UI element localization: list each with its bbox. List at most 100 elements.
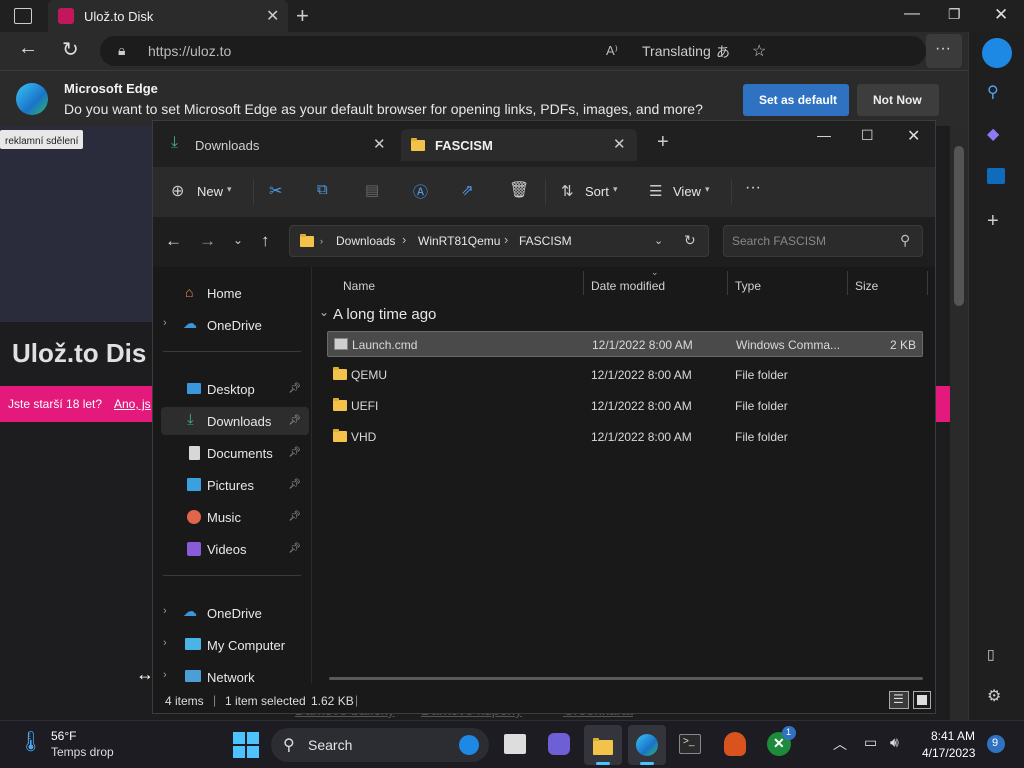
forward-icon[interactable]: → — [199, 231, 216, 251]
not-now-button[interactable]: Not Now — [857, 84, 939, 116]
more-menu-button[interactable]: ··· — [926, 34, 962, 68]
file-row-vhd[interactable]: VHD 12/1/2022 8:00 AM File folder — [327, 424, 923, 450]
nav-item-music[interactable]: Music 📌︎ — [161, 503, 309, 531]
refresh-icon[interactable]: ↻ — [62, 37, 79, 62]
scrollbar-thumb[interactable] — [954, 146, 964, 306]
search-icon[interactable]: ⚲ — [987, 82, 999, 102]
file-row-qemu[interactable]: QEMU 12/1/2022 8:00 AM File folder — [327, 362, 923, 388]
translating-status[interactable]: Translating — [642, 43, 711, 59]
edge-taskbar-button[interactable] — [628, 725, 666, 765]
taskbar-search[interactable]: ⚲ Search — [271, 728, 489, 762]
more-options-icon[interactable]: ··· — [745, 179, 761, 197]
column-name[interactable]: Name — [343, 279, 375, 293]
terminal-icon[interactable]: >_ — [679, 734, 701, 754]
share-icon[interactable]: ⇗ — [461, 181, 474, 199]
chevron-down-icon[interactable]: ⌄ — [654, 234, 663, 247]
paste-icon[interactable]: ▤ — [365, 181, 379, 199]
recent-locations-icon[interactable]: ⌄ — [233, 233, 243, 247]
back-icon[interactable]: ← — [165, 231, 182, 251]
tab-actions-icon[interactable] — [14, 8, 32, 24]
nav-item-pictures[interactable]: Pictures 📌︎ — [161, 471, 309, 499]
nav-item-home[interactable]: ⌂ Home — [161, 279, 309, 307]
back-icon[interactable]: ← — [18, 37, 38, 60]
column-type[interactable]: Type — [735, 279, 761, 293]
address-bar[interactable]: 🔒︎ https://uloz.to A⁾ Translating あ ☆ — [100, 36, 926, 66]
breadcrumb-fascism[interactable]: FASCISM — [519, 234, 572, 248]
clock-time[interactable]: 8:41 AM — [931, 729, 975, 743]
close-window-icon[interactable]: ✕ — [907, 126, 920, 146]
refresh-icon[interactable]: ↻ — [684, 232, 696, 249]
add-sidebar-icon[interactable]: + — [987, 210, 999, 233]
new-button[interactable]: ⊕ New ▾ — [167, 179, 239, 205]
chevron-right-icon: › — [402, 232, 407, 247]
settings-icon[interactable]: ⚙ — [987, 686, 1001, 706]
set-default-button[interactable]: Set as default — [743, 84, 849, 116]
group-header[interactable]: ⌄ A long time ago — [317, 305, 517, 325]
close-tab-icon[interactable]: ✕ — [613, 135, 626, 153]
nav-item-onedrive-2[interactable]: › ☁ OneDrive — [161, 599, 309, 627]
file-row-launch-cmd[interactable]: Launch.cmd 12/1/2022 8:00 AM Windows Comma… — [327, 331, 923, 357]
breadcrumb-winrt81qemu[interactable]: WinRT81Qemu — [418, 234, 500, 248]
large-icons-view-icon[interactable] — [913, 691, 931, 709]
page-scrollbar[interactable] — [950, 126, 968, 720]
minimize-icon[interactable]: — — [817, 127, 831, 143]
nav-item-videos[interactable]: Videos 📌︎ — [161, 535, 309, 563]
explorer-tab-fascism[interactable]: FASCISM ✕ — [401, 129, 637, 161]
weather-desc[interactable]: Temps drop — [51, 745, 114, 759]
tab-title: Ulož.to Disk — [84, 9, 154, 24]
uloz-logo[interactable]: Ulož.to Dis — [12, 338, 146, 369]
rename-icon[interactable]: Ⓐ — [413, 181, 428, 202]
outlook-icon[interactable] — [987, 168, 1005, 184]
details-view-icon[interactable]: ☰ — [889, 691, 909, 709]
delete-icon[interactable]: 🗑︎ — [509, 180, 529, 200]
translate-icon[interactable]: あ — [716, 42, 730, 62]
display-icon[interactable]: ▭ — [864, 734, 877, 751]
nav-item-documents[interactable]: Documents 📌︎ — [161, 439, 309, 467]
clock-date[interactable]: 4/17/2023 — [922, 746, 975, 760]
bing-chat-icon[interactable] — [982, 38, 1012, 68]
weather-temp[interactable]: 56°F — [51, 729, 76, 743]
close-window-icon[interactable]: ✕ — [994, 5, 1008, 25]
maximize-icon[interactable]: ☐ — [861, 127, 874, 144]
nav-item-downloads[interactable]: ⤓ Downloads 📌︎ — [161, 407, 309, 435]
explorer-tab-downloads[interactable]: ⤓ Downloads ✕ — [161, 129, 397, 161]
browser-tab-active[interactable]: Ulož.to Disk ✕ — [48, 0, 288, 32]
cut-icon[interactable]: ✂ — [269, 181, 282, 201]
search-input[interactable]: Search FASCISM ⚲ — [723, 225, 923, 257]
copilot-icon[interactable]: ◆ — [987, 124, 999, 144]
sidebar-toggle-icon[interactable]: ▯ — [987, 646, 995, 663]
column-date[interactable]: Date modified — [591, 279, 665, 293]
view-button[interactable]: ☰ View ▾ — [647, 179, 715, 205]
new-tab-icon[interactable]: + — [296, 3, 309, 29]
app-icon[interactable] — [724, 732, 746, 756]
minimize-icon[interactable]: — — [904, 5, 920, 23]
breadcrumb[interactable]: › Downloads › WinRT81Qemu › FASCISM ⌄ ↻ — [289, 225, 709, 257]
thermometer-icon[interactable]: 🌡︎ — [18, 729, 43, 754]
windows-start-icon[interactable] — [233, 732, 259, 758]
folder-icon — [333, 367, 347, 380]
file-row-uefi[interactable]: UEFI 12/1/2022 8:00 AM File folder — [327, 393, 923, 419]
file-explorer-taskbar-button[interactable] — [584, 725, 622, 765]
age-confirm-link[interactable]: Ano, js — [114, 397, 151, 411]
chevron-up-icon[interactable]: ︿ — [833, 734, 847, 754]
browser-tab-bar: Ulož.to Disk ✕ + — ❐ ✕ — [0, 0, 1024, 32]
nav-item-desktop[interactable]: Desktop 📌︎ — [161, 375, 309, 403]
close-tab-icon[interactable]: ✕ — [266, 6, 279, 26]
read-aloud-icon[interactable]: A⁾ — [606, 43, 618, 59]
nav-item-onedrive[interactable]: › ☁ OneDrive — [161, 311, 309, 339]
volume-icon[interactable]: 🔊︎ — [890, 734, 899, 751]
up-icon[interactable]: ↑ — [261, 231, 270, 251]
breadcrumb-downloads[interactable]: Downloads — [336, 234, 395, 248]
teams-chat-icon[interactable] — [548, 733, 570, 755]
column-size[interactable]: Size — [855, 279, 878, 293]
close-tab-icon[interactable]: ✕ — [373, 135, 386, 153]
task-view-icon[interactable] — [504, 734, 526, 754]
add-favorite-icon[interactable]: ☆ — [752, 41, 766, 61]
nav-item-my-computer[interactable]: › My Computer — [161, 631, 309, 659]
horizontal-scrollbar[interactable] — [329, 677, 923, 680]
sort-button[interactable]: ⇅ Sort ▾ — [559, 179, 625, 205]
new-tab-icon[interactable]: + — [657, 131, 669, 154]
restore-icon[interactable]: ❐ — [948, 6, 961, 23]
copy-icon[interactable]: ⧉ — [317, 181, 328, 198]
notification-badge[interactable]: 9 — [987, 735, 1005, 753]
